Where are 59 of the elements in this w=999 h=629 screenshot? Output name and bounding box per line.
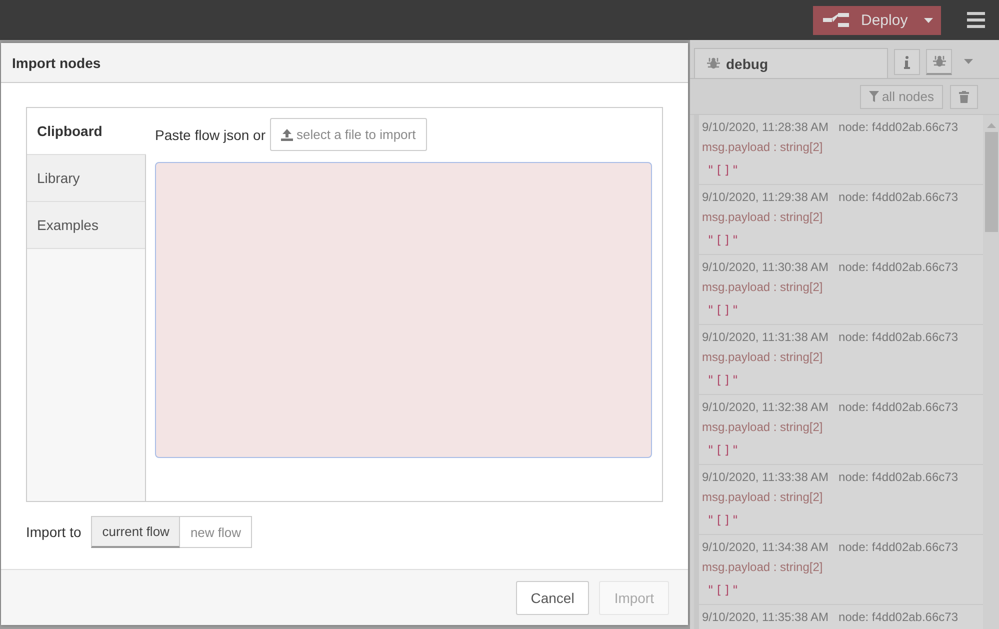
message-node-label: node: f4dd02ab.66c73 bbox=[838, 120, 958, 134]
message-time: 9/10/2020, 11:32:38 AM bbox=[702, 400, 829, 414]
message-node-label: node: f4dd02ab.66c73 bbox=[838, 330, 958, 344]
menu-icon[interactable] bbox=[967, 12, 985, 28]
message-node-label: node: f4dd02ab.66c73 bbox=[838, 540, 958, 554]
json-input-field[interactable] bbox=[155, 162, 652, 458]
message-type: msg.payload : string[2] bbox=[702, 420, 824, 434]
message-value: "[]" bbox=[707, 233, 741, 247]
message-time: 9/10/2020, 11:29:38 AM bbox=[702, 190, 829, 204]
import-to-label: Import to bbox=[26, 524, 82, 540]
clear-button[interactable] bbox=[950, 84, 978, 108]
dialog-button[interactable]: Cancel bbox=[516, 580, 590, 615]
message-type: msg.payload : string[2] bbox=[702, 350, 824, 364]
message-type: msg.payload : string[2] bbox=[702, 210, 824, 224]
debug-tab[interactable]: debug bbox=[694, 48, 888, 78]
bug-icon bbox=[932, 55, 946, 68]
message-value: "[]" bbox=[707, 513, 741, 527]
deploy-button[interactable]: Deploy bbox=[813, 6, 941, 34]
message-node-label: node: f4dd02ab.66c73 bbox=[838, 260, 958, 274]
dialog-tab[interactable]: Library bbox=[27, 155, 145, 202]
trash-icon bbox=[959, 90, 969, 102]
message-time: 9/10/2020, 11:30:38 AM bbox=[702, 260, 829, 274]
message-node-label: node: f4dd02ab.66c73 bbox=[838, 400, 958, 414]
message-node-label: node: f4dd02ab.66c73 bbox=[838, 610, 958, 624]
dialog-tab[interactable]: Examples bbox=[27, 202, 145, 250]
debug-button[interactable] bbox=[926, 49, 952, 75]
scroll-up-icon[interactable] bbox=[986, 123, 996, 128]
file-select-button[interactable]: select a file to import bbox=[270, 118, 427, 152]
deploy-icon bbox=[823, 13, 849, 27]
message-value: "[]" bbox=[707, 163, 741, 177]
message-time: 9/10/2020, 11:34:38 AM bbox=[702, 540, 829, 554]
message-time: 9/10/2020, 11:35:38 AM bbox=[702, 610, 829, 624]
message-value: "[]" bbox=[707, 303, 741, 317]
caret-icon[interactable] bbox=[964, 59, 973, 64]
caret-icon bbox=[924, 18, 933, 22]
message-time: 9/10/2020, 11:31:38 AM bbox=[702, 330, 829, 344]
bug-icon bbox=[707, 57, 720, 70]
upload-icon bbox=[280, 128, 292, 141]
message-type: msg.payload : string[2] bbox=[702, 490, 824, 504]
message-type: msg.payload : string[2] bbox=[702, 140, 824, 154]
message-value: "[]" bbox=[707, 583, 741, 597]
info-icon bbox=[904, 56, 910, 68]
message-time: 9/10/2020, 11:33:38 AM bbox=[702, 470, 829, 484]
message-time: 9/10/2020, 11:28:38 AM bbox=[702, 120, 829, 134]
filter-icon bbox=[868, 91, 879, 102]
info-button[interactable] bbox=[894, 49, 920, 75]
message-type: msg.payload : string[2] bbox=[702, 560, 824, 574]
message-value: "[]" bbox=[707, 443, 741, 457]
import-target-toggle[interactable]: new flow bbox=[180, 516, 252, 548]
scrollbar-thumb[interactable] bbox=[984, 132, 998, 232]
paste-label: Paste flow json or bbox=[155, 126, 266, 143]
message-node-label: node: f4dd02ab.66c73 bbox=[838, 470, 958, 484]
message-value: "[]" bbox=[707, 373, 741, 387]
debug-tab-label: debug bbox=[726, 56, 768, 72]
message-type: msg.payload : string[2] bbox=[702, 280, 824, 294]
dialog-tab[interactable]: Clipboard bbox=[27, 108, 146, 156]
import-target-toggle[interactable]: current flow bbox=[91, 516, 180, 548]
message-node-label: node: f4dd02ab.66c73 bbox=[838, 190, 958, 204]
dialog-title: Import nodes bbox=[1, 43, 688, 84]
